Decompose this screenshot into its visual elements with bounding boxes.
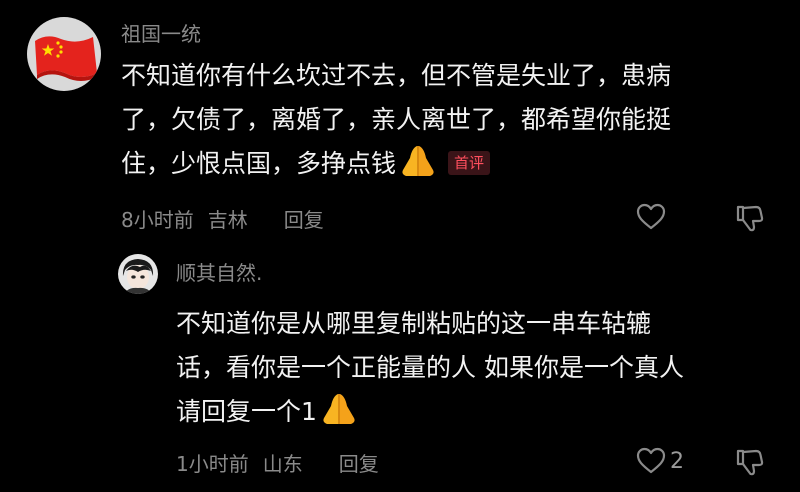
like-count: 2 bbox=[670, 448, 684, 474]
reply-meta: 1小时前 山东 回复 bbox=[176, 451, 379, 477]
reply-text-line-last: 请回复一个1 bbox=[176, 390, 684, 434]
reply-text-line: 话，看你是一个正能量的人 如果你是一个真人 bbox=[176, 353, 684, 382]
comment-text-line: 了，欠债了，离婚了，亲人离世了，都希望你能挺 bbox=[121, 105, 672, 134]
praying-hands-emoji-icon bbox=[398, 144, 438, 192]
like-button[interactable] bbox=[636, 203, 666, 231]
praying-hands-emoji-icon bbox=[319, 392, 359, 440]
comment-text: 不知道你有什么坎过不去，但不管是失业了，患病 了，欠债了，离婚了，亲人离世了，都… bbox=[121, 54, 671, 186]
dislike-button[interactable] bbox=[735, 447, 765, 477]
reply-text-segment: 请回复一个1 bbox=[176, 397, 317, 426]
reply-location: 山东 bbox=[262, 452, 303, 476]
comment-username[interactable]: 祖国一统 bbox=[121, 21, 201, 47]
heart-icon bbox=[636, 203, 666, 230]
user-avatar[interactable] bbox=[118, 254, 158, 294]
reply-button[interactable]: 回复 bbox=[284, 207, 324, 233]
comment-text-segment: 住，少恨点国，多挣点钱 bbox=[121, 149, 397, 178]
thumbs-down-icon bbox=[736, 449, 764, 476]
dislike-button[interactable] bbox=[735, 203, 765, 233]
like-button[interactable]: 2 bbox=[636, 447, 684, 475]
comment-location: 吉林 bbox=[207, 208, 248, 232]
comment-meta: 8小时前 吉林 回复 bbox=[121, 207, 324, 233]
thumbs-down-icon bbox=[736, 205, 764, 232]
comment-text-line: 不知道你有什么坎过不去，但不管是失业了，患病 bbox=[121, 61, 672, 90]
anime-character-avatar-icon bbox=[118, 254, 158, 294]
china-flag-avatar-icon bbox=[27, 17, 101, 91]
first-comment-badge: 首评 bbox=[448, 151, 491, 175]
comment-time: 8小时前 bbox=[121, 208, 194, 232]
reply-text-line: 不知道你是从哪里复制粘贴的这一串车轱辘 bbox=[176, 309, 652, 338]
comment-text-line-last: 住，少恨点国，多挣点钱 首评 bbox=[121, 142, 671, 186]
reply-username[interactable]: 顺其自然. bbox=[176, 260, 262, 286]
heart-icon bbox=[636, 447, 666, 474]
reply-button[interactable]: 回复 bbox=[339, 451, 379, 477]
reply-text: 不知道你是从哪里复制粘贴的这一串车轱辘 话，看你是一个正能量的人 如果你是一个真… bbox=[176, 302, 684, 434]
user-avatar[interactable] bbox=[27, 17, 101, 91]
reply-time: 1小时前 bbox=[176, 452, 249, 476]
